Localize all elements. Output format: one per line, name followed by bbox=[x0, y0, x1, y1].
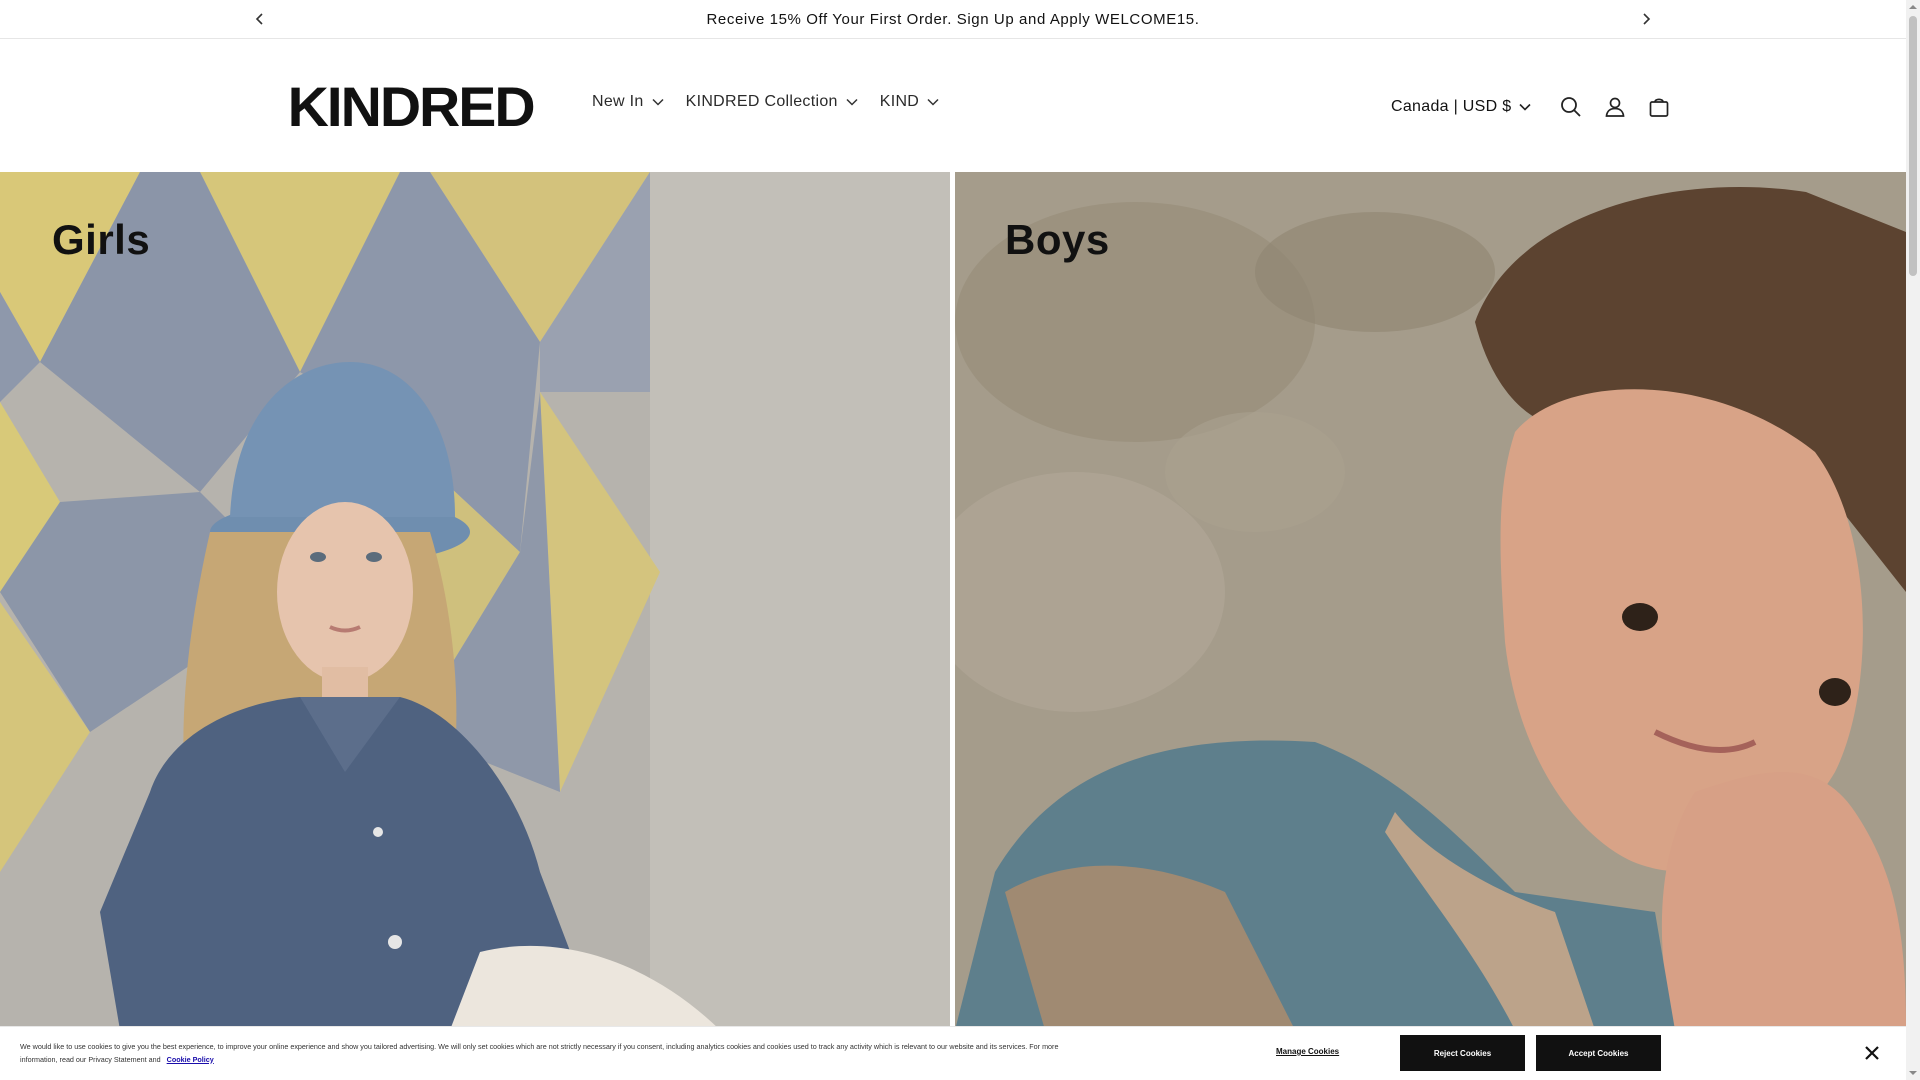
scroll-up-icon[interactable] bbox=[1909, 3, 1917, 11]
boys-title[interactable]: Boys bbox=[1005, 216, 1110, 264]
nav-item-label: KIND bbox=[879, 93, 920, 110]
announcement-prev-button[interactable] bbox=[249, 8, 271, 30]
nav-item-label: New In bbox=[592, 93, 644, 110]
manage-cookies-button[interactable]: Manage Cookies bbox=[1276, 1047, 1339, 1056]
reject-cookies-button[interactable]: Reject Cookies bbox=[1400, 1035, 1525, 1071]
search-icon bbox=[1561, 97, 1582, 117]
cookie-close-button[interactable] bbox=[1862, 1043, 1882, 1063]
kindred-logo[interactable]: KINDRED bbox=[288, 79, 536, 135]
header-actions: Canada | USD $ bbox=[1391, 85, 1681, 129]
cart-icon bbox=[1650, 98, 1669, 117]
chevron-down-icon bbox=[1519, 103, 1531, 111]
close-icon bbox=[1865, 1046, 1879, 1060]
girls-collection-panel[interactable]: Girls bbox=[0, 172, 950, 1030]
nav-item-kindred-collection[interactable]: KINDRED Collection bbox=[686, 93, 858, 111]
cookie-banner: We would like to use cookies to give you… bbox=[0, 1026, 1906, 1080]
scroll-down-icon[interactable] bbox=[1909, 1069, 1917, 1077]
main-nav: New In KINDRED Collection KIND bbox=[592, 93, 939, 111]
currency-selector[interactable]: Canada | USD $ bbox=[1391, 98, 1531, 116]
nav-item-kind[interactable]: KIND bbox=[880, 93, 939, 111]
announcement-bar: Receive 15% Off Your First Order. Sign U… bbox=[0, 0, 1906, 39]
nav-item-label: KINDRED Collection bbox=[685, 93, 838, 110]
currency-label: Canada | USD $ bbox=[1391, 98, 1512, 115]
announcement-next-button[interactable] bbox=[1635, 8, 1657, 30]
account-button[interactable] bbox=[1593, 85, 1637, 129]
chevron-right-icon bbox=[1643, 13, 1651, 25]
cart-button[interactable] bbox=[1637, 85, 1681, 129]
accept-cookies-button[interactable]: Accept Cookies bbox=[1536, 1035, 1661, 1071]
search-button[interactable] bbox=[1549, 85, 1593, 129]
nav-item-new-in[interactable]: New In bbox=[592, 93, 664, 111]
boys-collection-panel[interactable]: Boys bbox=[955, 172, 1906, 1030]
account-icon bbox=[1605, 97, 1625, 117]
chevron-down-icon bbox=[652, 98, 664, 106]
cookie-policy-link[interactable]: Cookie Policy bbox=[167, 1055, 214, 1064]
chevron-down-icon bbox=[927, 98, 939, 106]
site-header: KINDRED New In KINDRED Collection KIND C… bbox=[0, 39, 1906, 172]
girls-title[interactable]: Girls bbox=[52, 216, 150, 264]
page-scrollbar[interactable] bbox=[1906, 0, 1920, 1080]
announcement-text: Receive 15% Off Your First Order. Sign U… bbox=[706, 10, 1200, 28]
boys-hero-image bbox=[955, 172, 1906, 1030]
scrollbar-thumb[interactable] bbox=[1909, 16, 1917, 276]
girls-hero-image bbox=[0, 172, 950, 1030]
chevron-down-icon bbox=[846, 98, 858, 106]
chevron-left-icon bbox=[255, 13, 263, 25]
cookie-message: We would like to use cookies to give you… bbox=[20, 1041, 1060, 1066]
